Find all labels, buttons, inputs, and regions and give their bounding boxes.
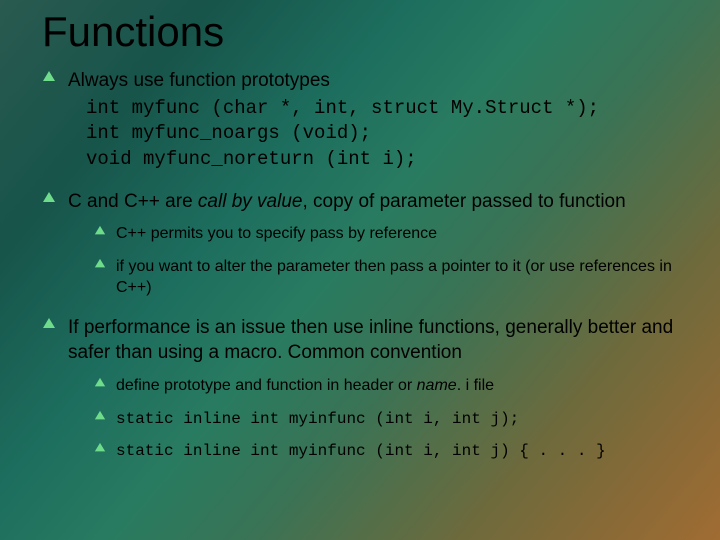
sub-bullet-item: define prototype and function in header … <box>94 376 692 397</box>
bullet-item: Always use function prototypes int myfun… <box>42 68 692 173</box>
sub-bullet-item: if you want to alter the parameter then … <box>94 257 692 299</box>
sub-bullet-text-suffix: . i file <box>457 377 494 394</box>
slide-content: Always use function prototypes int myfun… <box>42 68 692 478</box>
sub-bullet-item: static inline int myinfunc (int i, int j… <box>94 441 692 462</box>
arrow-up-icon <box>42 317 56 331</box>
arrow-up-icon <box>94 225 106 237</box>
sub-bullet-text-italic: name <box>417 377 457 394</box>
bullet-text-italic: call by value <box>198 191 303 212</box>
bullet-item: If performance is an issue then use inli… <box>42 315 692 463</box>
code-block: int myfunc (char *, int, struct My.Struc… <box>86 96 692 173</box>
bullet-item: C and C++ are call by value, copy of par… <box>42 189 692 299</box>
sub-bullet-item: C++ permits you to specify pass by refer… <box>94 224 692 245</box>
arrow-up-icon <box>94 258 106 270</box>
slide: Functions Always use function prototypes… <box>0 0 720 540</box>
sub-bullet-code: static inline int myinfunc (int i, int j… <box>116 410 519 428</box>
arrow-up-icon <box>94 410 106 422</box>
bullet-text: If performance is an issue then use inli… <box>68 317 673 364</box>
sub-bullet-code: static inline int myinfunc (int i, int j… <box>116 442 606 460</box>
sub-bullet-text-prefix: define prototype and function in header … <box>116 377 417 394</box>
bullet-text: Always use function prototypes <box>68 70 330 91</box>
slide-title: Functions <box>42 8 224 56</box>
arrow-up-icon <box>42 70 56 84</box>
sub-bullet-text: if you want to alter the parameter then … <box>116 258 672 296</box>
sub-bullet-text: C++ permits you to specify pass by refer… <box>116 225 437 242</box>
bullet-text-suffix: , copy of parameter passed to function <box>302 191 625 212</box>
arrow-up-icon <box>94 377 106 389</box>
arrow-up-icon <box>94 442 106 454</box>
bullet-text-prefix: C and C++ are <box>68 191 198 212</box>
arrow-up-icon <box>42 191 56 205</box>
sub-bullet-item: static inline int myinfunc (int i, int j… <box>94 409 692 430</box>
